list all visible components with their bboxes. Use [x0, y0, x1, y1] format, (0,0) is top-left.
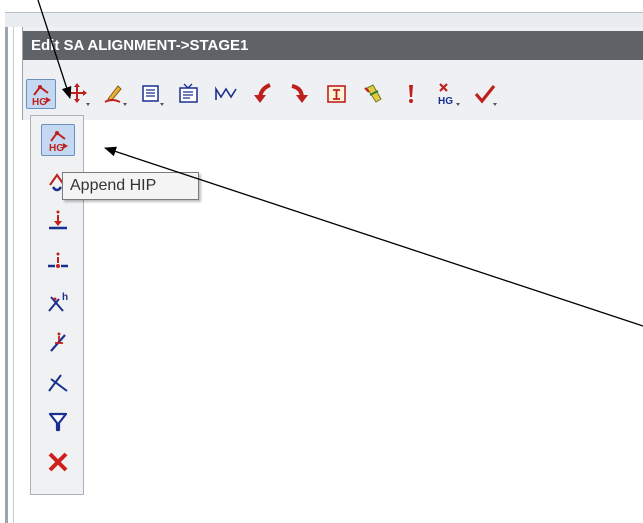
window-frame-top — [5, 12, 643, 27]
display-button[interactable] — [174, 79, 204, 109]
flyout-cross-h-button[interactable]: h — [41, 286, 75, 318]
move-cross-icon — [67, 83, 90, 106]
text-box-button[interactable] — [322, 79, 352, 109]
display-icon — [179, 83, 198, 103]
svg-text:HG: HG — [438, 96, 453, 107]
exclamation-button[interactable] — [396, 79, 426, 109]
svg-text:HG: HG — [32, 97, 47, 107]
flyout-point-down-button[interactable] — [41, 206, 75, 238]
flyout-filter-button[interactable] — [41, 406, 75, 438]
curve-wave-icon — [215, 86, 237, 100]
exclamation-icon — [409, 85, 413, 103]
slash-point-icon — [50, 332, 66, 352]
arrow-left-curve-button[interactable] — [248, 79, 278, 109]
arrow-right-curve-icon — [291, 84, 308, 103]
list-button[interactable] — [137, 79, 167, 109]
arrow-left-curve-icon — [254, 83, 271, 103]
point-split-icon — [48, 252, 68, 268]
eraser-icon — [364, 84, 382, 103]
flyout-append-hip-button[interactable]: HG — [41, 124, 75, 156]
cross-icon — [48, 374, 68, 392]
arrow-right-curve-button[interactable] — [285, 79, 315, 109]
flyout-point-split-button[interactable] — [41, 246, 75, 278]
pencil-edit-button[interactable] — [100, 79, 130, 109]
hg-append-button[interactable]: HG — [26, 79, 56, 109]
checkmark-icon — [474, 85, 497, 106]
tooltip: Append HIP — [62, 172, 199, 200]
window-frame-inner — [13, 12, 14, 523]
curve-button[interactable] — [211, 79, 241, 109]
svg-text:h: h — [62, 292, 68, 303]
flyout-cross-button[interactable] — [41, 366, 75, 398]
move-button[interactable] — [63, 79, 93, 109]
flyout-slash-point-button[interactable] — [41, 326, 75, 358]
panel-title: Edit SA ALIGNMENT->STAGE1 — [23, 31, 643, 60]
hg-append-icon: HG — [32, 85, 51, 107]
toolbar: HG HG — [23, 71, 643, 119]
cross-h-icon: h — [48, 292, 68, 312]
text-box-icon — [327, 85, 346, 103]
delete-hg-button[interactable]: HG — [433, 79, 463, 109]
eraser-button[interactable] — [359, 79, 389, 109]
pencil-edit-icon — [104, 85, 127, 106]
window-frame-left — [5, 12, 8, 523]
delete-hg-icon: HG — [438, 83, 460, 107]
red-x-icon — [48, 452, 68, 472]
svg-text:HG: HG — [49, 143, 64, 153]
list-dropdown-icon — [142, 85, 164, 106]
flyout-delete-button[interactable] — [41, 446, 75, 478]
checkmark-button[interactable] — [470, 79, 500, 109]
hg-append-icon: HG — [49, 131, 68, 153]
point-down-icon — [49, 210, 67, 230]
filter-icon — [48, 412, 68, 432]
